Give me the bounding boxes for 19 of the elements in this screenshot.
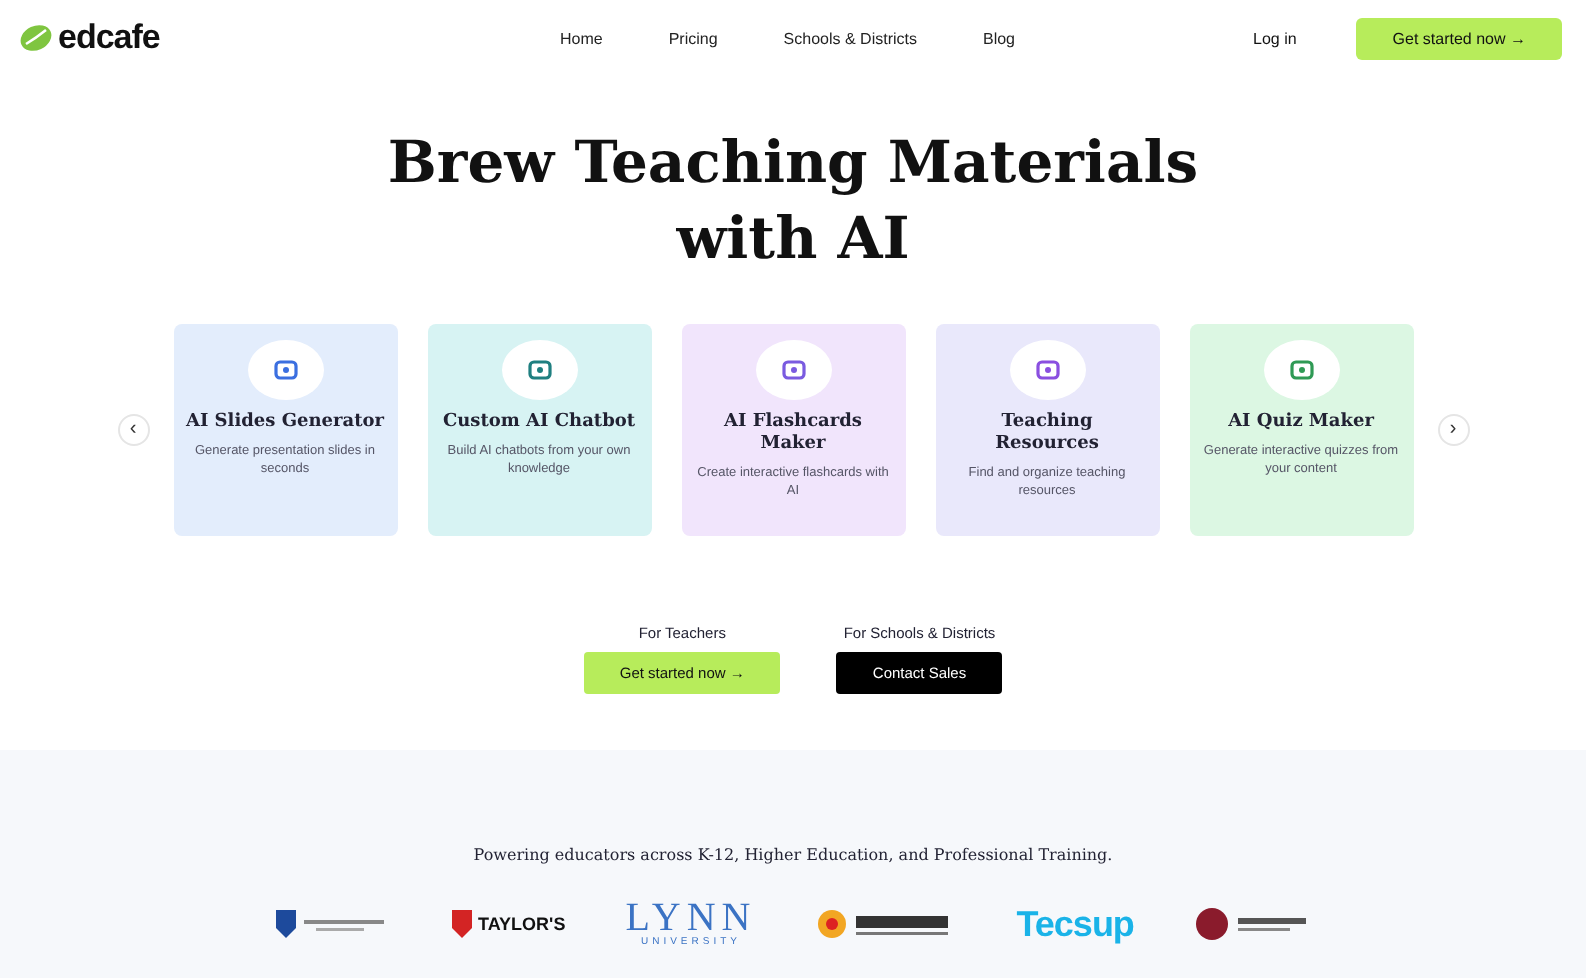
previous-button[interactable]: ‹ [117,414,149,446]
logo-text: TAYLOR'S [478,914,566,934]
nav-link[interactable]: Blog [982,29,1015,47]
nav-link[interactable]: Schools & Districts [783,29,917,47]
card-title: AI Quiz Maker [1228,412,1374,434]
card-title: Teaching Resources [993,412,1101,456]
next-button[interactable]: › [1437,414,1469,446]
card-title: AI Slides Generator [185,412,385,434]
logo-text: LYNN [625,900,757,936]
trust-text: Powering educators across K-12, Higher Education, and Professional Training. [473,846,1113,864]
card-title: AI Flashcards Maker [722,412,864,456]
login-link[interactable]: Log in [1253,29,1297,47]
card-title: Custom AI Chatbot [442,412,636,434]
hero-title: Brew Teaching Materials with AI [385,126,1201,276]
nav-link[interactable]: Home [560,29,603,47]
nav-link[interactable]: Pricing [668,29,718,47]
brand-name[interactable]: edcafe [58,18,160,58]
logo-text: Tecsup [1016,903,1134,945]
get-started-button[interactable]: Get started now → [1356,17,1562,59]
